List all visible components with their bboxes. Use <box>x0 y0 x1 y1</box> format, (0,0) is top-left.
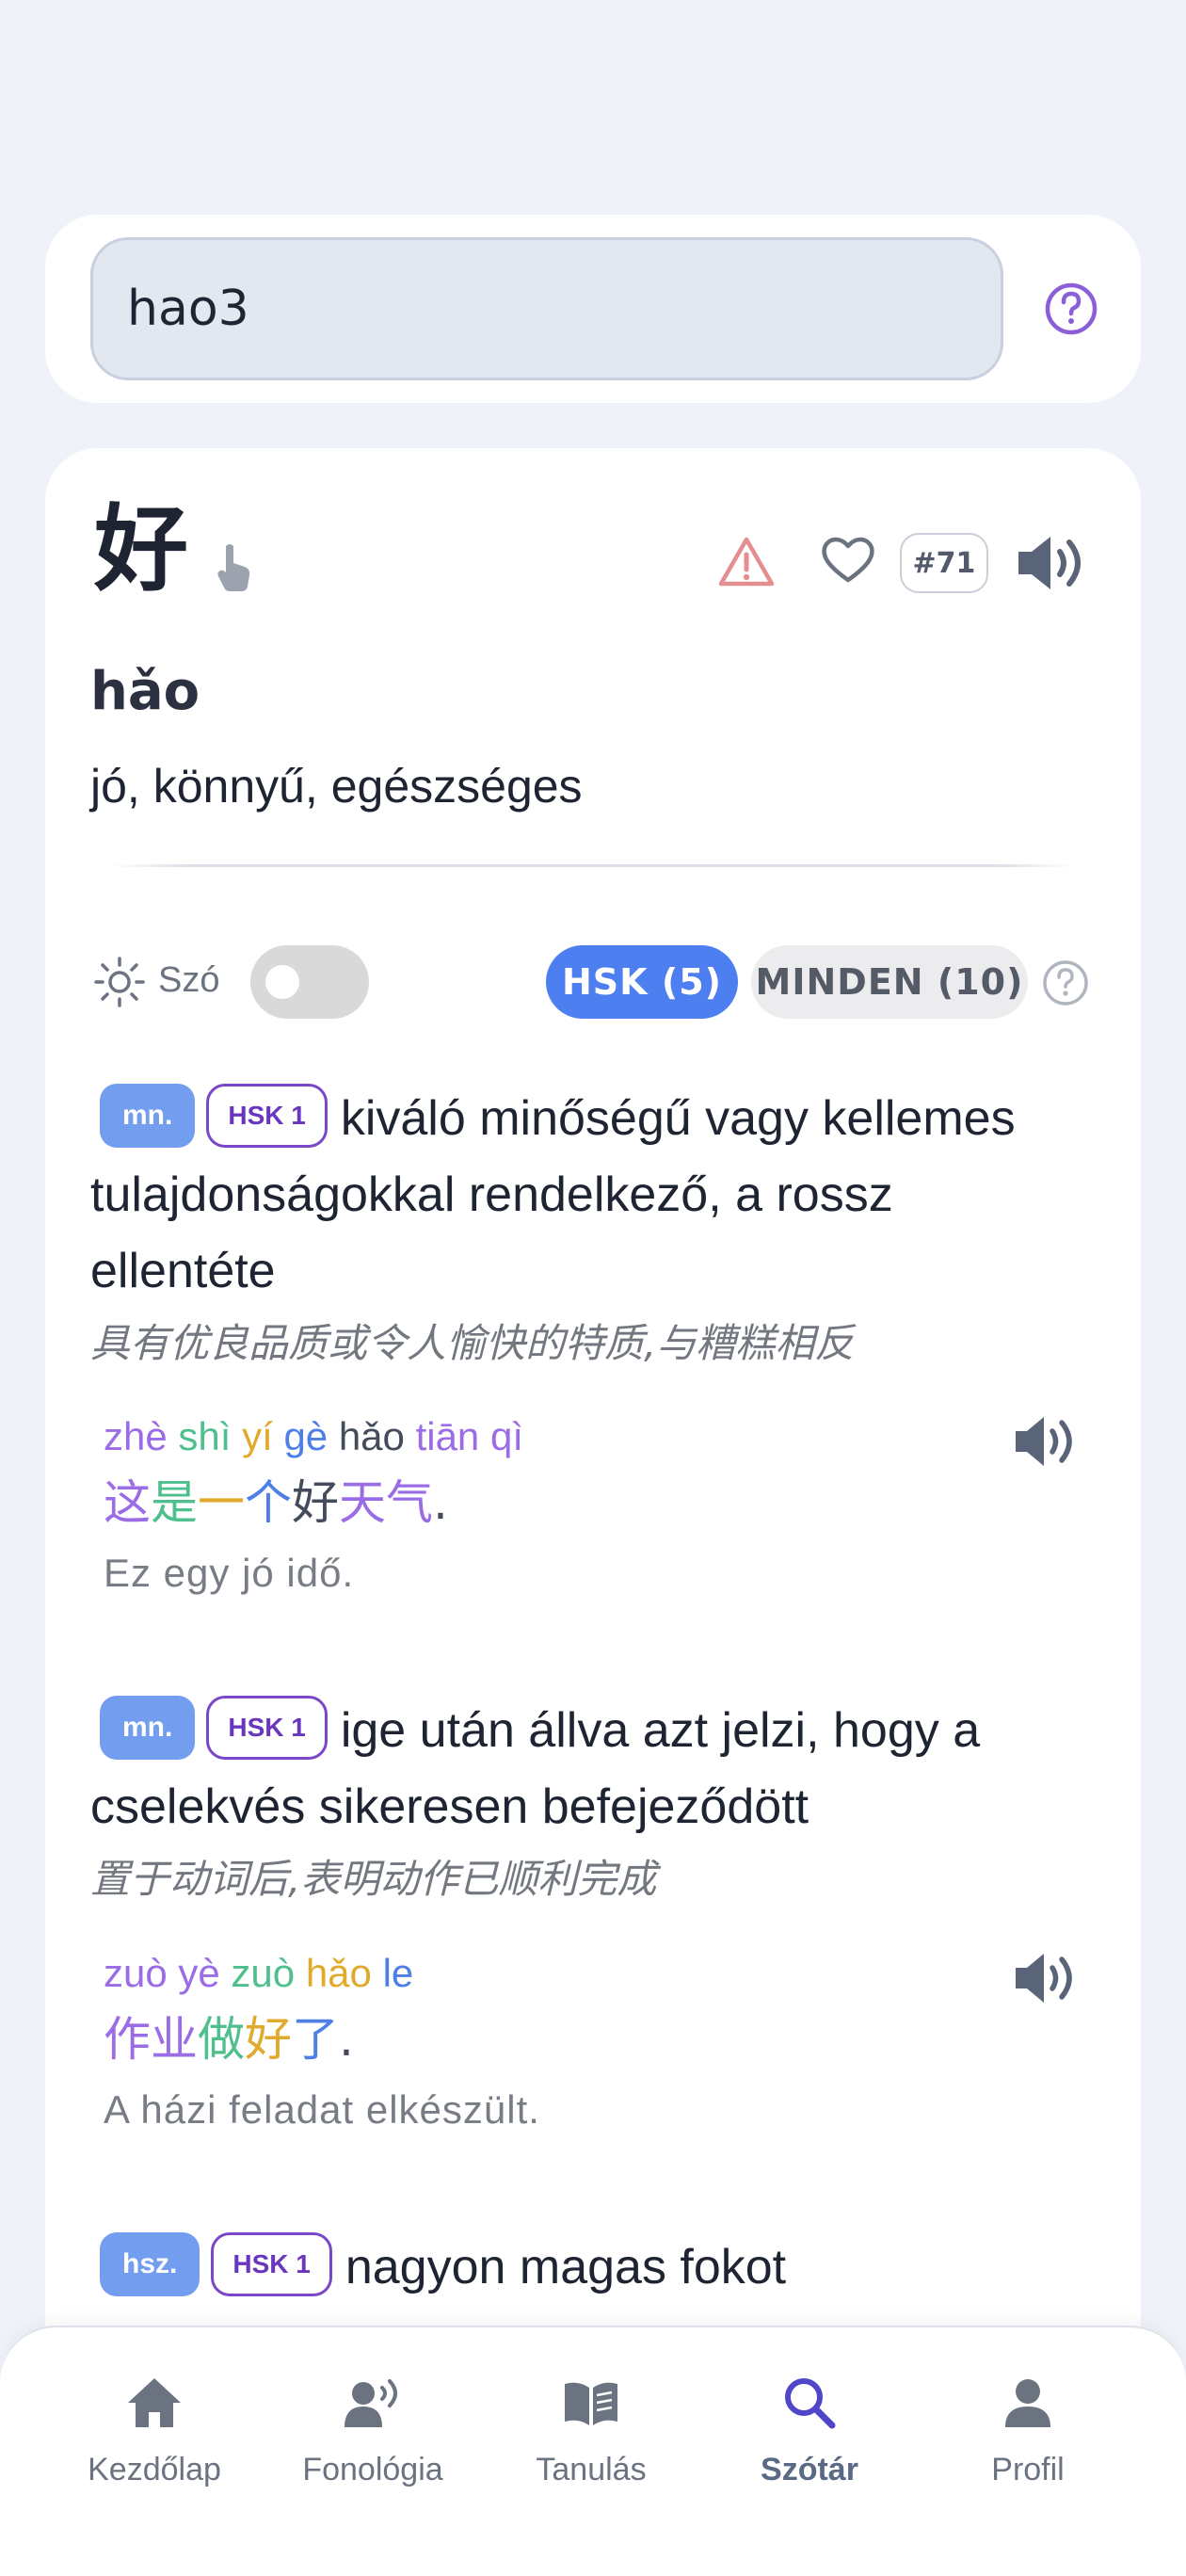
nav-phonology[interactable]: Fonológia <box>264 2373 482 2504</box>
pos-badge: hsz. <box>100 2232 200 2297</box>
definition-item: mn. HSK 1 kiváló minőségű vagy kellemes tu… <box>90 1081 1107 1369</box>
definition-text: kiváló minőségű vagy kellemes <box>340 1091 1016 1146</box>
book-icon <box>565 2382 617 2425</box>
definition-text: nagyon magas fokot <box>345 2240 787 2294</box>
hsk-badge: HSK 1 <box>206 1084 328 1149</box>
nav-label: Szótár <box>761 2452 858 2487</box>
example-translation: A házi feladat elkészült. <box>104 2087 540 2132</box>
definition-text: cselekvés sikeresen befejeződött <box>90 1779 809 1834</box>
pos-badge: mn. <box>100 1084 196 1149</box>
definition-text: ige után állva azt jelzi, hogy a <box>340 1703 981 1758</box>
search-icon <box>785 2378 836 2429</box>
tab-hsk[interactable]: HSK (5) <box>546 945 738 1019</box>
entry-pinyin: hǎo <box>90 661 200 722</box>
word-mode-toggle[interactable] <box>250 945 369 1019</box>
nav-label: Fonológia <box>302 2452 443 2487</box>
home-icon <box>128 2378 181 2427</box>
example-sentence: zuò yè zuò hǎo le 作业做好了. A házi feladat … <box>104 1945 1101 2143</box>
heart-icon[interactable] <box>819 533 877 586</box>
word-mode-label: Szó <box>158 960 220 1000</box>
search-card <box>45 215 1141 403</box>
example-sentence: zhè shì yí gè hǎo tiān qì 这是一个好天气. Ez eg… <box>104 1409 1101 1606</box>
example-translation: Ez egy jó idő. <box>104 1551 355 1595</box>
definition-item: hsz. HSK 1 nagyon magas fokot <box>90 2230 1107 2306</box>
search-input[interactable] <box>90 237 1003 380</box>
example-hanzi: 作业做好了. <box>104 2012 354 2067</box>
sun-icon <box>94 957 145 1007</box>
tap-hand-icon[interactable] <box>213 540 254 593</box>
definition-text: tulajdonságokkal rendelkező, a rossz <box>90 1167 893 1222</box>
warning-icon[interactable] <box>717 535 776 588</box>
definition-item: mn. HSK 1 ige után állva azt jelzi, hogy a… <box>90 1693 1107 1905</box>
example-hanzi: 这是一个好天气. <box>104 1475 448 1530</box>
entry-card: 好 #71 hǎo jó, könnyű, egészséges Szó HSK… <box>45 448 1141 2576</box>
speaker-icon[interactable] <box>1015 531 1088 595</box>
nav-learning[interactable]: Tanulás <box>482 2373 700 2504</box>
nav-dictionary[interactable]: Szótár <box>700 2373 919 2504</box>
rank-badge: #71 <box>900 533 988 593</box>
definition-chinese: 置于动词后,表明动作已顺利完成 <box>90 1856 657 1902</box>
nav-profile[interactable]: Profil <box>919 2373 1137 2504</box>
nav-label: Kezdőlap <box>88 2452 221 2487</box>
speaker-icon[interactable] <box>1013 1949 1079 2007</box>
speaker-icon[interactable] <box>1013 1412 1079 1471</box>
example-pinyin: zhè shì yí gè hǎo tiān qì <box>104 1414 523 1458</box>
pos-badge: mn. <box>100 1696 196 1761</box>
definition-chinese: 具有优良品质或令人愉快的特质,与糟糕相反 <box>90 1320 855 1366</box>
nav-label: Tanulás <box>536 2452 647 2487</box>
nav-home[interactable]: Kezdőlap <box>45 2373 264 2504</box>
help-circle-icon[interactable] <box>1043 281 1099 337</box>
hsk-badge: HSK 1 <box>206 1696 328 1761</box>
nav-label: Profil <box>991 2452 1065 2487</box>
hsk-badge: HSK 1 <box>211 2232 332 2297</box>
speaking-person-icon <box>345 2379 397 2427</box>
example-pinyin: zuò yè zuò hǎo le <box>104 1951 414 1995</box>
bottom-navigation: Kezdőlap Fonológia Tanulás Szótár Profil <box>0 2326 1186 2576</box>
user-icon <box>1005 2379 1050 2427</box>
toggle-knob <box>265 965 299 999</box>
definition-text: ellentéte <box>90 1244 276 1298</box>
help-circle-icon[interactable] <box>1041 958 1090 1007</box>
entry-hanzi: 好 <box>94 494 188 604</box>
tab-all[interactable]: MINDEN (10) <box>751 945 1028 1019</box>
entry-meaning: jó, könnyű, egészséges <box>90 760 583 813</box>
divider <box>111 864 1075 867</box>
